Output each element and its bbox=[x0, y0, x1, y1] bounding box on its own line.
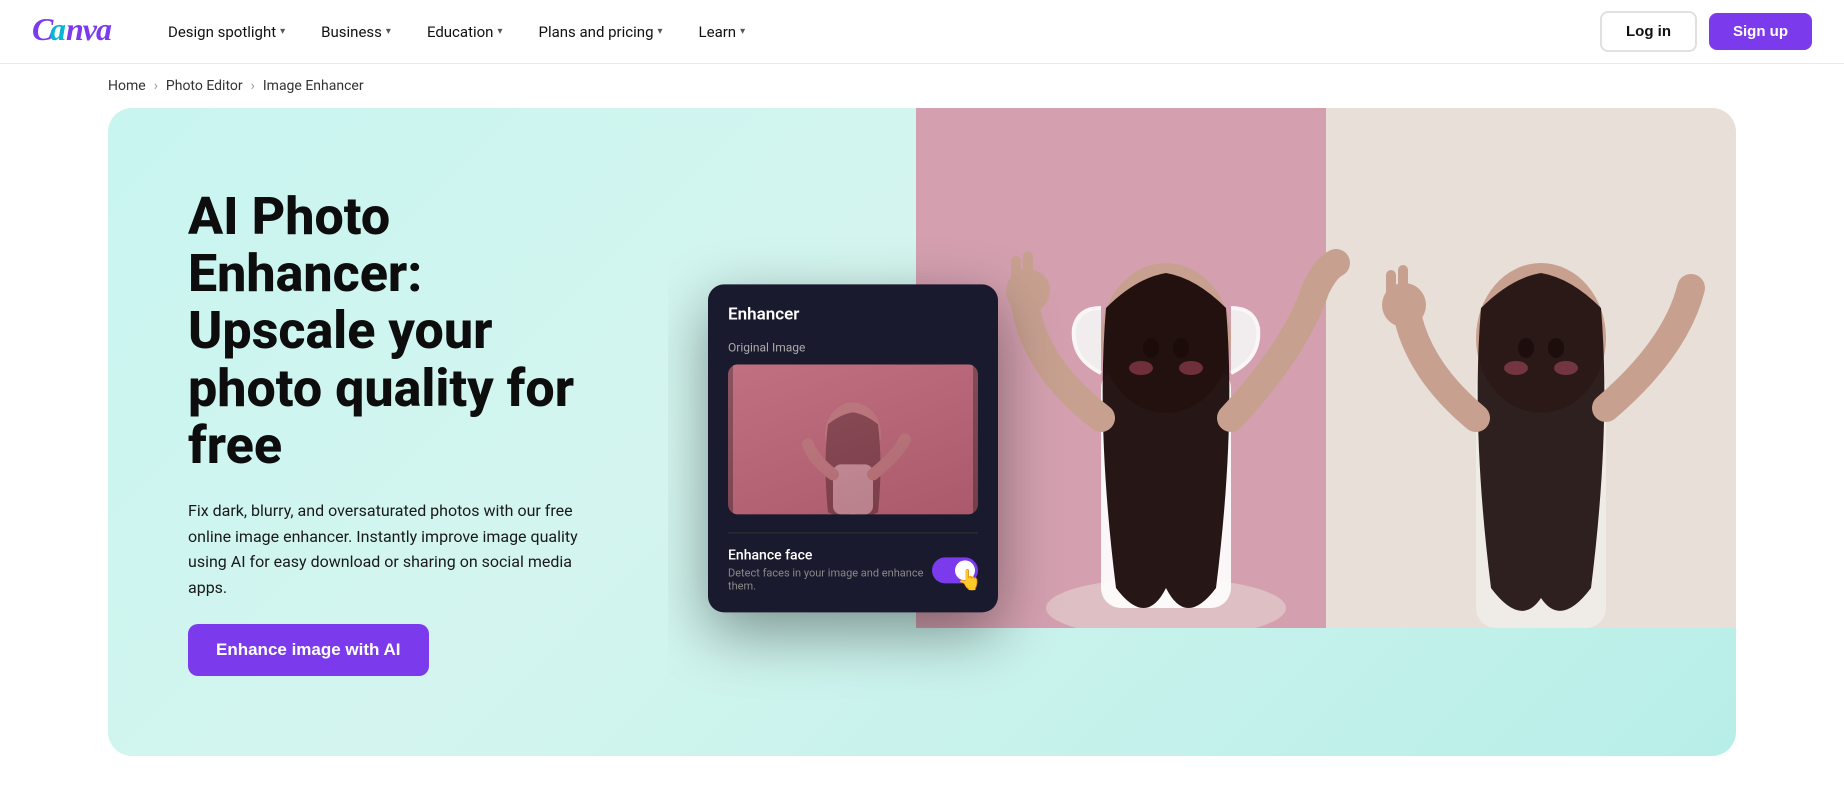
hero-description: Fix dark, blurry, and oversaturated phot… bbox=[188, 498, 608, 600]
enhancer-card-title: Enhancer bbox=[728, 305, 978, 325]
original-image-preview bbox=[728, 365, 978, 515]
enhancer-card: Enhancer Original Image Enhance fa bbox=[708, 285, 998, 613]
toggle-container: 👆 bbox=[932, 557, 978, 583]
hero-title: AI Photo Enhancer: Upscale your photo qu… bbox=[188, 188, 608, 474]
chevron-down-icon: ▾ bbox=[386, 26, 391, 37]
cursor-icon: 👆 bbox=[957, 567, 982, 591]
chevron-down-icon: ▾ bbox=[658, 26, 663, 37]
login-button[interactable]: Log in bbox=[1600, 11, 1697, 52]
breadcrumb-current: Image Enhancer bbox=[263, 78, 364, 94]
breadcrumb: Home › Photo Editor › Image Enhancer bbox=[0, 64, 1844, 108]
enhance-cta-button[interactable]: Enhance image with AI bbox=[188, 624, 429, 676]
breadcrumb-separator: › bbox=[251, 78, 255, 94]
navbar: C a nva Design spotlight ▾ Business ▾ Ed… bbox=[0, 0, 1844, 64]
chevron-down-icon: ▾ bbox=[497, 26, 502, 37]
nav-education[interactable]: Education ▾ bbox=[411, 15, 519, 49]
enhance-face-row: Enhance face Detect faces in your image … bbox=[728, 548, 978, 593]
hero-background-image bbox=[916, 108, 1736, 628]
nav-design-spotlight[interactable]: Design spotlight ▾ bbox=[152, 15, 301, 49]
card-divider bbox=[728, 533, 978, 534]
breadcrumb-home[interactable]: Home bbox=[108, 78, 146, 94]
chevron-down-icon: ▾ bbox=[740, 26, 745, 37]
nav-actions: Log in Sign up bbox=[1600, 11, 1812, 52]
nav-plans-pricing[interactable]: Plans and pricing ▾ bbox=[523, 15, 679, 49]
nav-menu: Design spotlight ▾ Business ▾ Education … bbox=[152, 15, 1600, 49]
svg-text:nva: nva bbox=[66, 12, 112, 44]
hero-content: AI Photo Enhancer: Upscale your photo qu… bbox=[108, 108, 668, 756]
svg-text:a: a bbox=[50, 12, 66, 44]
preview-bg bbox=[728, 365, 978, 515]
breadcrumb-separator: › bbox=[154, 78, 158, 94]
signup-button[interactable]: Sign up bbox=[1709, 13, 1812, 50]
canva-logo[interactable]: C a nva bbox=[32, 12, 112, 51]
chevron-down-icon: ▾ bbox=[280, 26, 285, 37]
enhance-face-label: Enhance face bbox=[728, 548, 932, 564]
face-info: Enhance face Detect faces in your image … bbox=[728, 548, 932, 593]
nav-business[interactable]: Business ▾ bbox=[305, 15, 407, 49]
breadcrumb-photo-editor[interactable]: Photo Editor bbox=[166, 78, 243, 94]
hero-visual: Enhancer Original Image Enhance fa bbox=[668, 108, 1736, 756]
original-image-label: Original Image bbox=[728, 341, 978, 355]
nav-learn[interactable]: Learn ▾ bbox=[683, 15, 762, 49]
hero-section: AI Photo Enhancer: Upscale your photo qu… bbox=[108, 108, 1736, 756]
enhance-face-desc: Detect faces in your image and enhance t… bbox=[728, 567, 932, 593]
